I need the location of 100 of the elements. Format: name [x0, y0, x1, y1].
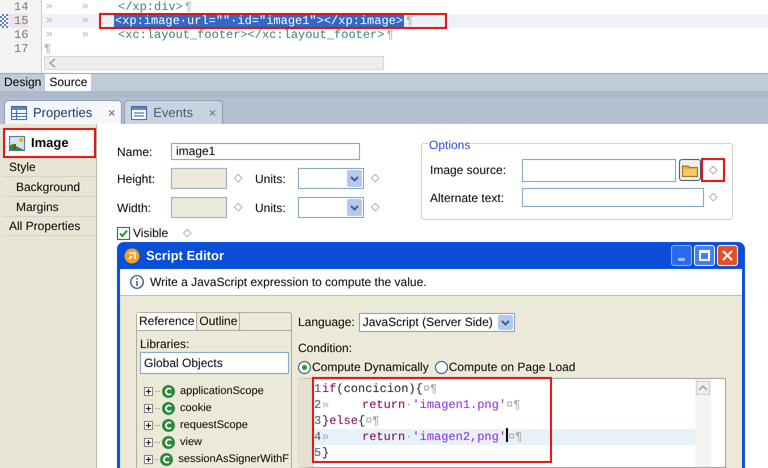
table-icon [11, 106, 27, 120]
expand-icon [144, 404, 153, 413]
vertical-scrollbar[interactable] [695, 379, 711, 467]
radio-button[interactable] [434, 360, 448, 374]
tree-item[interactable]: requestScope [144, 417, 289, 434]
language-dropdown[interactable]: JavaScript (Server Side) [358, 312, 515, 332]
indent-guide: » [81, 14, 90, 28]
nav-item[interactable]: Margins [3, 197, 96, 217]
tree-item[interactable]: applicationScope [144, 383, 289, 400]
disabled-field [171, 168, 227, 189]
image-source-field[interactable] [522, 158, 676, 182]
line-number: 16 [13, 28, 28, 42]
line-number: 15 [8, 14, 28, 28]
expand-icon [144, 438, 153, 447]
picture-icon [9, 136, 25, 150]
code-text: » return·'imagen2,png' ¤¶ [322, 428, 522, 446]
folder-icon [682, 164, 698, 176]
pilcrow-mark: ¶ [405, 14, 414, 28]
expand-icon [144, 455, 153, 464]
code-text: }else{¤¶ [322, 413, 380, 430]
class-icon [162, 402, 175, 415]
visible-checkbox[interactable] [117, 226, 130, 240]
pilcrow-mark: ¶ [43, 42, 52, 56]
field-label: Libraries: [140, 336, 190, 350]
tree-item[interactable]: sessionAsSignerWithF [144, 451, 289, 468]
nav-item[interactable]: Style [3, 158, 96, 177]
tab-label: Properties [33, 104, 92, 122]
indent-guide: » [81, 28, 90, 42]
diamond-icon[interactable]: ◇ [231, 170, 245, 187]
browse-button[interactable] [679, 159, 701, 181]
alternate-text-field[interactable] [522, 188, 704, 207]
diamond-icon[interactable]: ◇ [180, 224, 194, 242]
code-text: </xp:div> [117, 0, 183, 14]
radio-button[interactable] [298, 360, 311, 374]
nav-item[interactable]: All Properties [3, 217, 96, 236]
field-label: Name: [117, 144, 154, 160]
libraries-field[interactable]: Global Objects [140, 352, 289, 374]
list-window-icon [131, 106, 148, 120]
code-text: » return·'imagen1.png'¤¶ [322, 397, 520, 414]
nav-item[interactable]: Background [3, 177, 96, 197]
info-message: Write a JavaScript expression to compute the value. [150, 274, 427, 291]
tree-item[interactable]: cookie [144, 400, 289, 417]
tree-item[interactable]: view [144, 434, 289, 451]
view-tab[interactable]: Events × [124, 100, 224, 124]
code-text: } [322, 445, 330, 462]
indent-guide: » [45, 28, 54, 42]
disabled-field [171, 197, 227, 218]
close-button[interactable] [717, 245, 738, 266]
field-label: Width: [117, 200, 152, 216]
field-label: Image source: [430, 162, 508, 179]
radio-option[interactable]: Compute Dynamically [298, 358, 429, 376]
indent-guide: » [81, 0, 90, 14]
class-icon [162, 385, 175, 398]
tab-label: Events [153, 104, 194, 122]
maximize-button[interactable] [694, 245, 715, 266]
panel-tab[interactable]: Outline [197, 313, 240, 330]
diamond-icon[interactable]: ◇ [709, 189, 717, 206]
diamond-icon[interactable]: ◇ [231, 199, 245, 216]
horizontal-scrollbar[interactable] [44, 56, 384, 70]
code-editor[interactable]: 1if(concicion){¤¶ 2» return·'imagen1.png'¤¶ 3}else{¤¶ 4» return·'imagen2,png' ¤¶ 5} [298, 378, 726, 468]
pilcrow-mark: ¶ [385, 28, 394, 42]
expand-icon [144, 387, 153, 396]
field-label: Height: [117, 170, 156, 188]
diamond-icon[interactable]: ◇ [368, 199, 382, 216]
name-field[interactable]: image1 [171, 143, 360, 160]
indent-guide: » [45, 14, 54, 28]
units-dropdown[interactable] [298, 197, 364, 218]
code-text: <xc:layout_footer></xc:layout_footer> [117, 28, 384, 42]
text-cursor [506, 428, 508, 442]
class-icon [162, 419, 175, 432]
close-icon [722, 250, 733, 261]
class-icon [160, 453, 174, 466]
editor-tab[interactable]: Source [45, 74, 92, 91]
field-label: Units: [255, 170, 287, 188]
line-number: 4 [314, 429, 322, 446]
code-text: if(concicion){¤¶ [322, 381, 438, 398]
radio-option[interactable]: Compute on Page Load [434, 358, 576, 376]
line-number: 5 [314, 445, 322, 462]
line-number: 1 [314, 381, 322, 398]
line-number: 3 [314, 413, 322, 430]
expand-icon [144, 421, 153, 430]
field-label: Alternate text: [430, 190, 506, 206]
class-icon [162, 436, 175, 449]
field-label: Condition: [298, 340, 354, 357]
pilcrow-mark: ¶ [184, 0, 192, 14]
editor-tab[interactable]: Design [0, 74, 46, 91]
line-number: 2 [314, 397, 322, 414]
panel-tab[interactable]: Reference [137, 313, 198, 330]
nav-item[interactable]: Image [3, 128, 96, 158]
diamond-icon[interactable]: ◇ [709, 162, 717, 178]
view-tab[interactable]: Properties × [4, 100, 122, 124]
info-icon [130, 275, 144, 289]
minimize-button[interactable] [671, 245, 692, 266]
scroll-up-icon [696, 381, 710, 395]
line-number: 14 [13, 0, 28, 14]
field-label: Units: [255, 200, 287, 216]
app-logo-icon [124, 248, 140, 264]
units-dropdown[interactable] [298, 168, 364, 189]
diamond-icon[interactable]: ◇ [368, 170, 382, 187]
field-label: Language: [298, 314, 355, 331]
